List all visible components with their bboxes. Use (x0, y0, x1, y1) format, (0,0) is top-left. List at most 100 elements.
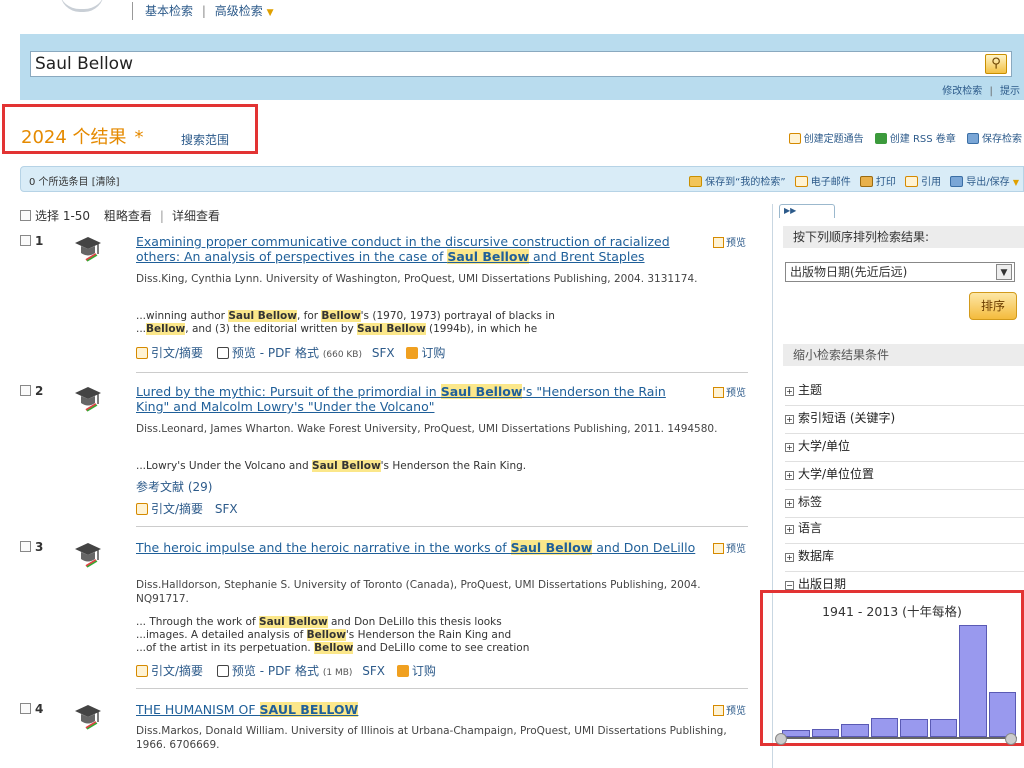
result-meta: Diss.Markos, Donald William. University … (136, 725, 727, 751)
expand-icon: + (785, 443, 794, 452)
histogram-bar[interactable] (959, 625, 987, 737)
facet-subject[interactable]: + 主题 (785, 380, 1024, 406)
results-header: 2024 个结果 * 搜索范围 创建定题通告 创建 RSS 卷章 保存检索 (0, 104, 1024, 154)
facet-label: 索引短语 (关键字) (798, 411, 896, 425)
range-slider-start[interactable] (775, 733, 787, 745)
abstract-icon (136, 503, 148, 515)
modify-search-link[interactable]: 修改检索 (942, 86, 982, 97)
preview-link[interactable]: 预览 (713, 384, 746, 399)
facet-language[interactable]: + 语言 (785, 518, 1024, 544)
print-link[interactable]: 打印 (876, 177, 896, 188)
title-text: The heroic impulse and the heroic narrat… (136, 540, 511, 555)
mail-icon (788, 133, 801, 144)
result-checkbox[interactable] (20, 235, 31, 246)
histogram-bar[interactable] (900, 719, 928, 737)
pdf-size: (1 MB) (322, 668, 353, 678)
result-meta: Diss.Leonard, James Wharton. Wake Forest… (136, 423, 718, 435)
result-checkbox[interactable] (20, 541, 31, 552)
references-link[interactable]: 参考文献 (29) (136, 478, 212, 495)
email-link[interactable]: 电子邮件 (811, 177, 851, 188)
result-count-callout: 2024 个结果 * 搜索范围 (2, 104, 258, 154)
save-search-link[interactable]: 保存检索 (982, 134, 1022, 145)
result-title-link[interactable]: THE HUMANISM OF SAUL BELLOW (136, 702, 696, 717)
sort-selected-value: 出版物日期(先近后远) (790, 265, 908, 279)
histogram-bar[interactable] (841, 724, 869, 737)
result-snippet: ...winning author Saul Bellow, for Bello… (136, 310, 746, 336)
view-options: 粗略查看 | 详细查看 (104, 209, 220, 223)
pdf-size: (660 KB) (322, 350, 362, 360)
collapse-tab[interactable]: ▶▶ (779, 204, 835, 218)
order-link[interactable]: 订购 (412, 664, 436, 678)
preview-link[interactable]: 预览 (713, 702, 746, 717)
create-rss-link[interactable]: 创建 RSS 卷章 (890, 134, 956, 145)
facet-tags[interactable]: + 标签 (785, 492, 1024, 518)
result-checkbox[interactable] (20, 703, 31, 714)
basic-search-link[interactable]: 基本检索 (145, 4, 193, 18)
sort-button[interactable]: 排序 (969, 292, 1017, 320)
range-slider-end[interactable] (1005, 733, 1017, 745)
facet-database[interactable]: + 数据库 (785, 546, 1024, 572)
pdf-preview-link[interactable]: 预览 - PDF 格式 (232, 664, 319, 678)
result-title-link[interactable]: The heroic impulse and the heroic narrat… (136, 540, 696, 555)
cite-link[interactable]: 引用 (921, 177, 941, 188)
preview-icon (713, 705, 724, 716)
preview-link[interactable]: 预览 (713, 540, 746, 555)
result-meta: Diss.King, Cynthia Lynn. University of W… (136, 273, 698, 285)
facet-label: 大学/单位位置 (798, 467, 875, 481)
sfx-link[interactable]: SFX (362, 664, 385, 678)
histogram-bar[interactable] (870, 718, 898, 737)
facet-label: 主题 (798, 383, 823, 397)
histogram-bar[interactable] (988, 692, 1016, 737)
chevron-down-icon[interactable]: ▼ (1013, 178, 1019, 187)
highlight: Bellow (314, 642, 354, 654)
highlight: Bellow (306, 629, 346, 641)
preview-label: 预览 (726, 544, 746, 555)
search-input[interactable]: Saul Bellow ⚲ (30, 51, 1012, 77)
preview-link[interactable]: 预览 (713, 234, 746, 249)
select-all-checkbox[interactable] (20, 210, 31, 221)
snippet-text: 's Henderson the Rain King. (380, 460, 527, 472)
snippet-text: 's (1970, 1973) portrayal of blacks in (360, 310, 555, 322)
result-item: 2 Lured by the mythic: Pursuit of the pr… (20, 384, 750, 520)
result-number: 4 (20, 702, 43, 716)
search-button[interactable]: ⚲ (985, 54, 1007, 74)
cite-abstract-link[interactable]: 引文/摘要 (151, 664, 203, 678)
cite-abstract-link[interactable]: 引文/摘要 (151, 502, 203, 516)
snippet-text: ... Through the work of (136, 616, 260, 628)
tips-link[interactable]: 提示 (1000, 86, 1020, 97)
search-scope-link[interactable]: 搜索范围 (181, 131, 229, 148)
advanced-search-link[interactable]: 高级检索 (215, 4, 263, 18)
chevron-down-icon[interactable]: ▼ (996, 264, 1012, 280)
facet-university[interactable]: + 大学/单位 (785, 436, 1024, 462)
result-checkbox[interactable] (20, 385, 31, 396)
detail-view-link[interactable]: 详细查看 (172, 209, 220, 223)
create-alert-link[interactable]: 创建定题通告 (804, 134, 864, 145)
histogram-bar[interactable] (811, 729, 839, 737)
order-link[interactable]: 订购 (421, 346, 445, 360)
search-sub-links: 修改检索 | 提示 (942, 82, 1020, 97)
pdf-preview-link[interactable]: 预览 - PDF 格式 (232, 346, 319, 360)
toolbar-actions: 保存到“我的检索” 电子邮件 打印 引用 导出/保存 ▼ (683, 173, 1019, 188)
sort-select[interactable]: 出版物日期(先近后远) ▼ (785, 262, 1015, 282)
pdf-icon (216, 347, 229, 359)
histogram-bar[interactable] (929, 719, 957, 737)
export-save-link[interactable]: 导出/保存 (966, 177, 1009, 188)
highlight: Bellow (146, 323, 186, 335)
result-title-link[interactable]: Lured by the mythic: Pursuit of the prim… (136, 384, 696, 414)
sfx-link[interactable]: SFX (215, 502, 238, 516)
histogram-axis (781, 737, 1017, 739)
cite-abstract-link[interactable]: 引文/摘要 (151, 346, 203, 360)
result-title-link[interactable]: Examining proper communicative conduct i… (136, 234, 696, 264)
sfx-link[interactable]: SFX (372, 346, 395, 360)
separator: | (201, 4, 206, 18)
chevron-down-icon[interactable]: ▼ (267, 8, 274, 18)
expand-icon: + (785, 387, 794, 396)
save-to-my-search-link[interactable]: 保存到“我的检索” (705, 177, 785, 188)
selected-items[interactable]: 0 个所选条目 [清除] (29, 173, 120, 188)
result-divider (136, 526, 748, 527)
facet-index-terms[interactable]: + 索引短语 (关键字) (785, 408, 1024, 434)
separator: | (989, 86, 993, 97)
brief-view-link[interactable]: 粗略查看 (104, 209, 152, 223)
facet-university-location[interactable]: + 大学/单位位置 (785, 464, 1024, 490)
snippet-text: ...winning author (136, 310, 229, 322)
